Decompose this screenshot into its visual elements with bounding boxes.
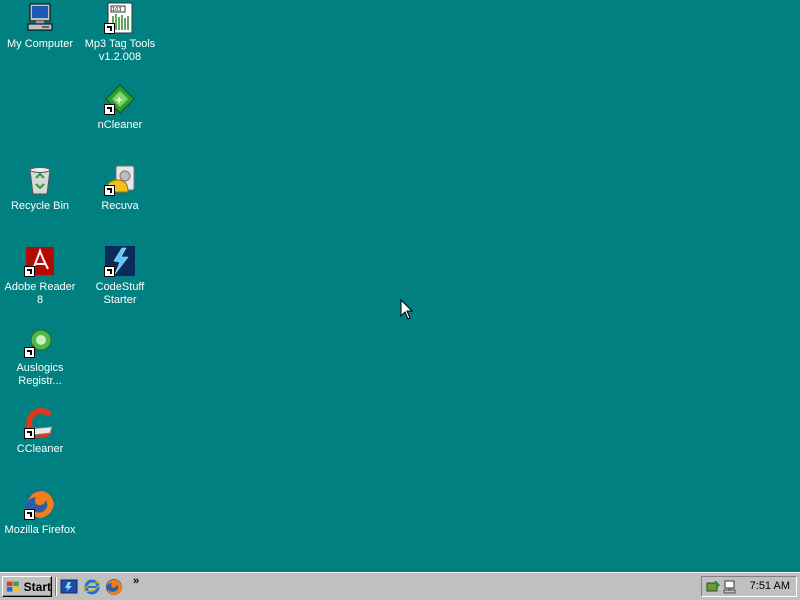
ccleaner-icon bbox=[24, 407, 56, 439]
shortcut-arrow-icon bbox=[104, 23, 115, 34]
firefox-icon[interactable] bbox=[105, 578, 123, 596]
desktop-icon-label: Recycle Bin bbox=[10, 200, 70, 212]
firefox-icon bbox=[24, 488, 56, 520]
shortcut-arrow-icon bbox=[24, 266, 35, 277]
desktop-icon-label: My Computer bbox=[6, 38, 74, 50]
ncleaner-icon: + bbox=[104, 83, 136, 115]
desktop-icon-label: Adobe Reader 8 bbox=[4, 281, 76, 306]
quick-launch-divider bbox=[55, 577, 57, 596]
clock[interactable]: 7:51 AM bbox=[750, 580, 790, 592]
svg-text:+: + bbox=[115, 95, 123, 106]
desktop-icon-label: Auslogics Registr... bbox=[16, 362, 64, 387]
desktop-icon-auslogics[interactable]: Auslogics Registr... bbox=[1, 326, 79, 388]
shortcut-arrow-icon bbox=[24, 428, 35, 439]
desktop-icon-adobe-reader[interactable]: Adobe Reader 8 bbox=[1, 245, 79, 307]
desktop-icon-label: Recuva bbox=[101, 200, 139, 212]
desktop-icon-label: Mp3 Tag Tools v1.2.008 bbox=[84, 38, 156, 63]
desktop-icon-ccleaner[interactable]: CCleaner bbox=[1, 407, 79, 456]
desktop-icon-recuva[interactable]: Recuva bbox=[81, 164, 159, 213]
svg-text:103: 103 bbox=[112, 7, 122, 13]
mouse-cursor-icon bbox=[400, 299, 414, 320]
desktop-icon-mp3-tag-tools[interactable]: 103 Mp3 Tag Tools v1.2.008 bbox=[81, 2, 159, 64]
desktop-icon-recycle-bin[interactable]: Recycle Bin bbox=[1, 164, 79, 213]
recuva-icon bbox=[104, 164, 136, 196]
network-icon[interactable] bbox=[723, 579, 739, 595]
start-button[interactable]: Start bbox=[2, 576, 52, 597]
system-tray: 7:51 AM bbox=[701, 576, 797, 597]
safely-remove-hardware-icon[interactable] bbox=[705, 579, 721, 595]
desktop-icon-my-computer[interactable]: My Computer bbox=[1, 2, 79, 51]
auslogics-icon bbox=[24, 326, 56, 358]
shortcut-arrow-icon bbox=[104, 185, 115, 196]
desktop-icon-label: nCleaner bbox=[97, 119, 143, 131]
desktop-icon-codestuff-starter[interactable]: CodeStuff Starter bbox=[81, 245, 159, 307]
codestuff-starter-icon bbox=[104, 245, 136, 277]
quick-launch-more-button[interactable]: » bbox=[133, 575, 139, 587]
adobe-reader-icon bbox=[24, 245, 56, 277]
desktop-icon-label: CCleaner bbox=[16, 443, 64, 455]
computer-icon bbox=[24, 2, 56, 34]
desktop-icon-ncleaner[interactable]: + nCleaner bbox=[81, 83, 159, 132]
windows-logo-icon bbox=[6, 581, 19, 592]
recycle-bin-icon bbox=[24, 164, 56, 196]
start-label: Start bbox=[23, 579, 51, 594]
shortcut-arrow-icon bbox=[24, 347, 35, 358]
desktop-icon-label: Mozilla Firefox bbox=[4, 524, 76, 536]
desktop[interactable]: My Computer 103 Mp3 Tag Tools v1.2.008 +… bbox=[0, 0, 800, 572]
show-desktop-icon[interactable] bbox=[60, 578, 78, 596]
shortcut-arrow-icon bbox=[24, 509, 35, 520]
desktop-icon-label: CodeStuff Starter bbox=[95, 281, 145, 306]
internet-explorer-icon[interactable] bbox=[83, 578, 101, 596]
mp3-tag-tools-icon: 103 bbox=[104, 2, 136, 34]
shortcut-arrow-icon bbox=[104, 104, 115, 115]
shortcut-arrow-icon bbox=[104, 266, 115, 277]
desktop-icon-firefox[interactable]: Mozilla Firefox bbox=[1, 488, 79, 537]
taskbar: Start » 7:51 AM bbox=[0, 572, 800, 600]
